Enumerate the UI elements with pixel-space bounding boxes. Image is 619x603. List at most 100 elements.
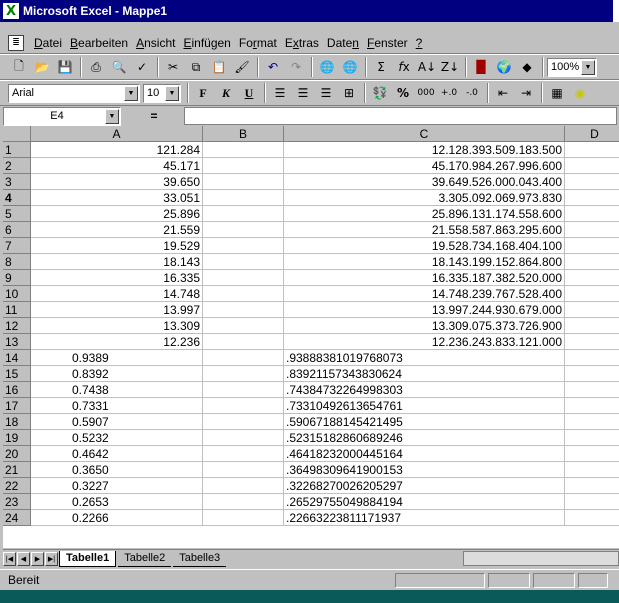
cell-d[interactable] xyxy=(565,190,619,206)
equals-button[interactable]: = xyxy=(124,109,184,123)
cell-a[interactable]: 18.143 xyxy=(31,254,203,270)
row-header[interactable]: 9 xyxy=(3,270,31,286)
cell-c[interactable]: .36498309641900153 xyxy=(284,462,565,478)
cell-d[interactable] xyxy=(565,206,619,222)
cell-b[interactable] xyxy=(203,430,284,446)
cell-c[interactable]: 13.997.244.930.679.000 xyxy=(284,302,565,318)
chart-wizard-icon[interactable]: ▐▌ xyxy=(470,56,492,78)
cell-c[interactable]: 16.335.187.382.520.000 xyxy=(284,270,565,286)
cell-d[interactable] xyxy=(565,174,619,190)
cell-a[interactable]: 45.171 xyxy=(31,158,203,174)
copy-icon[interactable]: ⧉ xyxy=(185,56,207,78)
cell-a[interactable]: 0.5907 xyxy=(31,414,203,430)
hyperlink-icon[interactable]: 🌐 xyxy=(316,56,338,78)
name-box[interactable]: E4 ▼ xyxy=(3,106,121,126)
sort-ascending-icon[interactable]: A↓ xyxy=(416,56,438,78)
worksheet-grid[interactable]: A B C D 1 121.284 12.128.393.509.183.500 2 45.17… xyxy=(3,126,619,548)
underline-button[interactable]: U xyxy=(238,82,260,104)
cell-c[interactable]: .22663223811171937 xyxy=(284,510,565,526)
row-header[interactable]: 13 xyxy=(3,334,31,350)
cell-b[interactable] xyxy=(203,158,284,174)
cell-b[interactable] xyxy=(203,334,284,350)
web-toolbar-icon[interactable]: 🌐 xyxy=(339,56,361,78)
cell-b[interactable] xyxy=(203,302,284,318)
row-header[interactable]: 16 xyxy=(3,382,31,398)
formula-input[interactable] xyxy=(184,107,617,125)
cell-b[interactable] xyxy=(203,142,284,158)
row-header[interactable]: 12 xyxy=(3,318,31,334)
font-name-select[interactable]: Arial ▼ xyxy=(8,83,140,103)
cell-d[interactable] xyxy=(565,286,619,302)
redo-icon[interactable]: ↷ xyxy=(285,56,307,78)
decrease-indent-icon[interactable]: ⇤ xyxy=(492,82,514,104)
cell-c[interactable]: .93888381019768073 xyxy=(284,350,565,366)
increase-decimal-icon[interactable]: +.0 xyxy=(438,82,460,104)
cell-c[interactable]: 19.528.734.168.404.100 xyxy=(284,238,565,254)
zoom-select[interactable]: 100% ▼ xyxy=(547,57,597,77)
cell-a[interactable]: 21.559 xyxy=(31,222,203,238)
chevron-down-icon[interactable]: ▼ xyxy=(581,59,595,75)
cell-c[interactable]: .74384732264998303 xyxy=(284,382,565,398)
cell-b[interactable] xyxy=(203,286,284,302)
fill-color-icon[interactable]: ◉ xyxy=(569,82,591,104)
cell-d[interactable] xyxy=(565,382,619,398)
decrease-decimal-icon[interactable]: -.0 xyxy=(461,82,483,104)
cell-a[interactable]: 0.3227 xyxy=(31,478,203,494)
cell-a[interactable]: 13.997 xyxy=(31,302,203,318)
cell-a[interactable]: 0.2266 xyxy=(31,510,203,526)
next-sheet-icon[interactable]: ▶ xyxy=(31,551,44,566)
print-preview-icon[interactable]: 🔍 xyxy=(108,56,130,78)
cell-c[interactable]: 21.558.587.863.295.600 xyxy=(284,222,565,238)
cell-c[interactable]: .26529755049884194 xyxy=(284,494,565,510)
cell-a[interactable]: 0.7331 xyxy=(31,398,203,414)
cell-a[interactable]: 39.650 xyxy=(31,174,203,190)
cell-c[interactable]: .52315182860689246 xyxy=(284,430,565,446)
cell-c[interactable]: 12.128.393.509.183.500 xyxy=(284,142,565,158)
align-center-icon[interactable]: ☰ xyxy=(292,82,314,104)
cut-icon[interactable]: ✂ xyxy=(162,56,184,78)
percent-button[interactable]: % xyxy=(392,82,414,104)
cell-b[interactable] xyxy=(203,206,284,222)
cell-c[interactable]: 13.309.075.373.726.900 xyxy=(284,318,565,334)
cell-b[interactable] xyxy=(203,478,284,494)
save-icon[interactable]: 💾 xyxy=(54,56,76,78)
font-size-select[interactable]: 10 ▼ xyxy=(143,83,181,103)
row-header[interactable]: 1 xyxy=(3,142,31,158)
row-header[interactable]: 10 xyxy=(3,286,31,302)
open-folder-icon[interactable]: 📂 xyxy=(31,56,53,78)
prev-sheet-icon[interactable]: ◀ xyxy=(17,551,30,566)
cell-a[interactable]: 0.7438 xyxy=(31,382,203,398)
column-header-b[interactable]: B xyxy=(203,126,284,142)
horizontal-scrollbar[interactable] xyxy=(463,551,619,566)
cell-d[interactable] xyxy=(565,238,619,254)
cell-b[interactable] xyxy=(203,398,284,414)
cell-d[interactable] xyxy=(565,142,619,158)
cell-d[interactable] xyxy=(565,222,619,238)
merge-center-icon[interactable]: ⊞ xyxy=(338,82,360,104)
sheet-tab-tabelle2[interactable]: Tabelle2 xyxy=(118,551,172,567)
function-icon[interactable]: fx xyxy=(393,56,415,78)
cell-c[interactable]: .83921157343830624 xyxy=(284,366,565,382)
row-header[interactable]: 19 xyxy=(3,430,31,446)
cell-d[interactable] xyxy=(565,350,619,366)
select-all-corner[interactable] xyxy=(3,126,31,142)
increase-indent-icon[interactable]: ⇥ xyxy=(515,82,537,104)
cell-d[interactable] xyxy=(565,478,619,494)
cell-b[interactable] xyxy=(203,382,284,398)
cell-c[interactable]: .32268270026205297 xyxy=(284,478,565,494)
align-right-icon[interactable]: ☰ xyxy=(315,82,337,104)
cell-a[interactable]: 0.4642 xyxy=(31,446,203,462)
print-icon[interactable]: ⎙ xyxy=(85,56,107,78)
cell-b[interactable] xyxy=(203,350,284,366)
row-header[interactable]: 14 xyxy=(3,350,31,366)
column-header-d[interactable]: D xyxy=(565,126,619,142)
column-header-a[interactable]: A xyxy=(31,126,203,142)
cell-b[interactable] xyxy=(203,174,284,190)
cell-a[interactable]: 33.051 xyxy=(31,190,203,206)
cell-b[interactable] xyxy=(203,510,284,526)
row-header[interactable]: 22 xyxy=(3,478,31,494)
autosum-icon[interactable]: Σ xyxy=(370,56,392,78)
cell-c[interactable]: 39.649.526.000.043.400 xyxy=(284,174,565,190)
map-icon[interactable]: 🌍 xyxy=(493,56,515,78)
menu-help[interactable]: ? xyxy=(412,36,427,50)
